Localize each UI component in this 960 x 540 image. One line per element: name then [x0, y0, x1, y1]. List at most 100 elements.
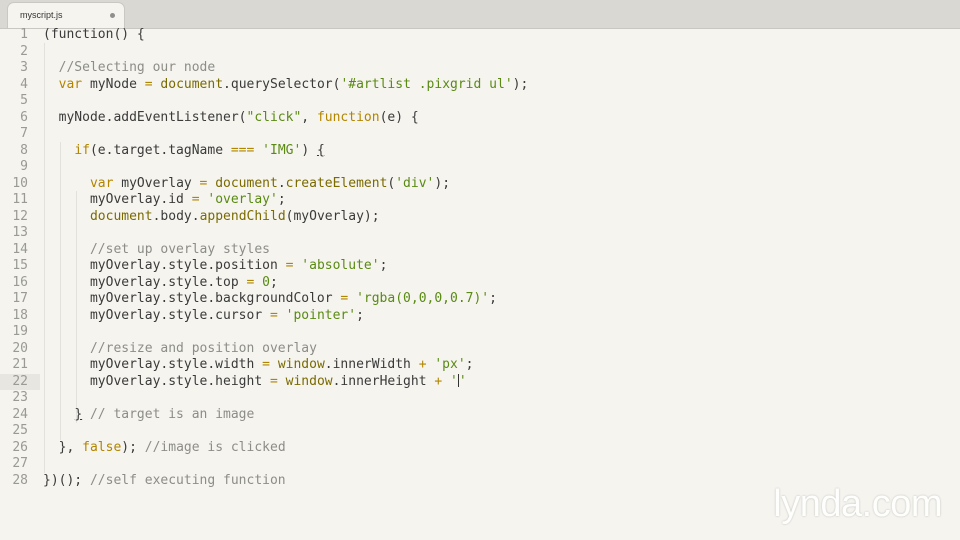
line-number: 11 [12, 192, 28, 207]
code-line[interactable]: 13 [0, 225, 960, 242]
token-plain: myOverlay.style.position [43, 258, 286, 273]
token-string: 'rgba(0,0,0,0.7)' [356, 291, 490, 306]
code-line[interactable]: 1 (function() { [0, 27, 960, 44]
token-comment: // target is an image [89, 406, 255, 422]
code-line[interactable]: 25 [0, 423, 960, 440]
code-line[interactable]: 22 myOverlay.style.height = window.inner… [0, 373, 960, 391]
code-line[interactable]: 9 [0, 159, 960, 176]
line-number: 12 [12, 208, 28, 224]
code-line[interactable]: 14 //set up overlay styles [0, 242, 960, 259]
token-plain: myOverlay.style.width [43, 357, 263, 372]
code-line[interactable]: 12 document.body.appendChild(myOverlay); [0, 209, 960, 226]
code-line[interactable]: 6 myNode.addEventListener("click", funct… [0, 110, 960, 127]
token-plain: myOverlay.style.backgroundColor [43, 291, 341, 306]
token-op: = [191, 192, 200, 207]
code-text: //resize and position overlay [43, 341, 317, 358]
token-op: + [434, 373, 443, 389]
code-line[interactable]: 5 [0, 93, 960, 110]
code-line[interactable]: 27 [0, 456, 960, 473]
token-fn: createElement [285, 175, 388, 191]
token-plain: ); [512, 76, 529, 92]
code-line[interactable]: 23 [0, 390, 960, 407]
code-line[interactable]: 18 myOverlay.style.cursor = 'pointer'; [0, 308, 960, 325]
line-number: 23 [12, 390, 28, 405]
line-number: 1 [20, 27, 28, 42]
token-plain: (e.target.tagName [89, 142, 231, 158]
code-text: myOverlay.style.height = window.innerHei… [43, 373, 467, 391]
code-line[interactable]: 10 var myOverlay = document.createElemen… [0, 176, 960, 193]
code-line[interactable]: 7 [0, 126, 960, 143]
code-text: myOverlay.style.top = 0; [43, 275, 278, 292]
line-number: 14 [12, 241, 28, 257]
code-text: //set up overlay styles [43, 242, 270, 259]
code-line[interactable]: 11 myOverlay.id = 'overlay'; [0, 192, 960, 209]
line-number: 26 [12, 439, 28, 455]
code-text: var myOverlay = document.createElement('… [43, 176, 450, 193]
token-keyword: if [74, 142, 90, 158]
token-fn: window [277, 357, 325, 372]
token-plain: ; [379, 258, 388, 273]
tab-bar: myscript.js [0, 0, 960, 29]
line-number: 18 [12, 307, 28, 323]
token-plain: ); [121, 439, 145, 455]
line-number: 7 [20, 126, 28, 141]
token-plain: }, [43, 439, 83, 455]
code-text: myNode.addEventListener("click", functio… [43, 110, 419, 127]
token-plain: ); [434, 175, 451, 191]
code-line[interactable]: 21 myOverlay.style.width = window.innerW… [0, 357, 960, 374]
line-number: 24 [12, 406, 28, 422]
line-number: 27 [12, 456, 28, 471]
code-line[interactable]: 15 myOverlay.style.position = 'absolute'… [0, 258, 960, 275]
token-fn: document [160, 76, 224, 92]
line-number: 5 [20, 93, 28, 108]
code-text: var myNode = document.querySelector('#ar… [43, 76, 529, 94]
code-line[interactable]: 2 [0, 44, 960, 61]
unsaved-dot-icon[interactable] [110, 13, 115, 18]
code-text: myOverlay.style.width = window.innerWidt… [43, 357, 474, 374]
code-line[interactable]: 26 }, false); //image is clicked [0, 440, 960, 457]
token-plain: (myOverlay); [285, 208, 380, 224]
token-op: === [230, 142, 255, 158]
token-string: 'absolute' [301, 258, 380, 273]
token-op: = [269, 373, 278, 389]
token-plain: (e) { [379, 109, 419, 125]
code-line[interactable]: 8 if(e.target.tagName === 'IMG') { [0, 143, 960, 160]
token-fn: document [89, 208, 153, 224]
line-number: 17 [12, 291, 28, 306]
code-line[interactable]: 4 var myNode = document.querySelector('#… [0, 77, 960, 94]
code-line[interactable]: 3 //Selecting our node [0, 60, 960, 77]
token-plain: (function() { [43, 27, 145, 42]
token-plain: })(); [43, 472, 90, 488]
token-keyword: false [82, 439, 122, 455]
token-comment: //image is clicked [144, 439, 286, 455]
code-text: myOverlay.style.backgroundColor = 'rgba(… [43, 291, 497, 308]
token-string: 0 [262, 274, 270, 290]
code-line[interactable]: 16 myOverlay.style.top = 0; [0, 275, 960, 292]
code-line[interactable]: 20 //resize and position overlay [0, 341, 960, 358]
line-number: 28 [12, 472, 28, 488]
token-plain: .innerHeight [332, 373, 435, 389]
tab-myscript[interactable]: myscript.js [7, 2, 125, 28]
code-line[interactable]: 17 myOverlay.style.backgroundColor = 'rg… [0, 291, 960, 308]
line-number: 9 [20, 159, 28, 174]
code-editor[interactable]: 1 (function() { 2 3 //Selecting our node 4 v… [0, 27, 960, 489]
token-keyword: var [89, 175, 114, 191]
code-text: (function() { [43, 27, 145, 44]
token-plain: .querySelector( [223, 76, 341, 92]
token-fn: window [285, 373, 333, 389]
token-op: = [144, 76, 153, 92]
line-number: 4 [20, 76, 28, 92]
code-line[interactable]: 19 [0, 324, 960, 341]
code-line[interactable]: 24 } // target is an image [0, 407, 960, 424]
token-keyword: function [316, 109, 380, 125]
